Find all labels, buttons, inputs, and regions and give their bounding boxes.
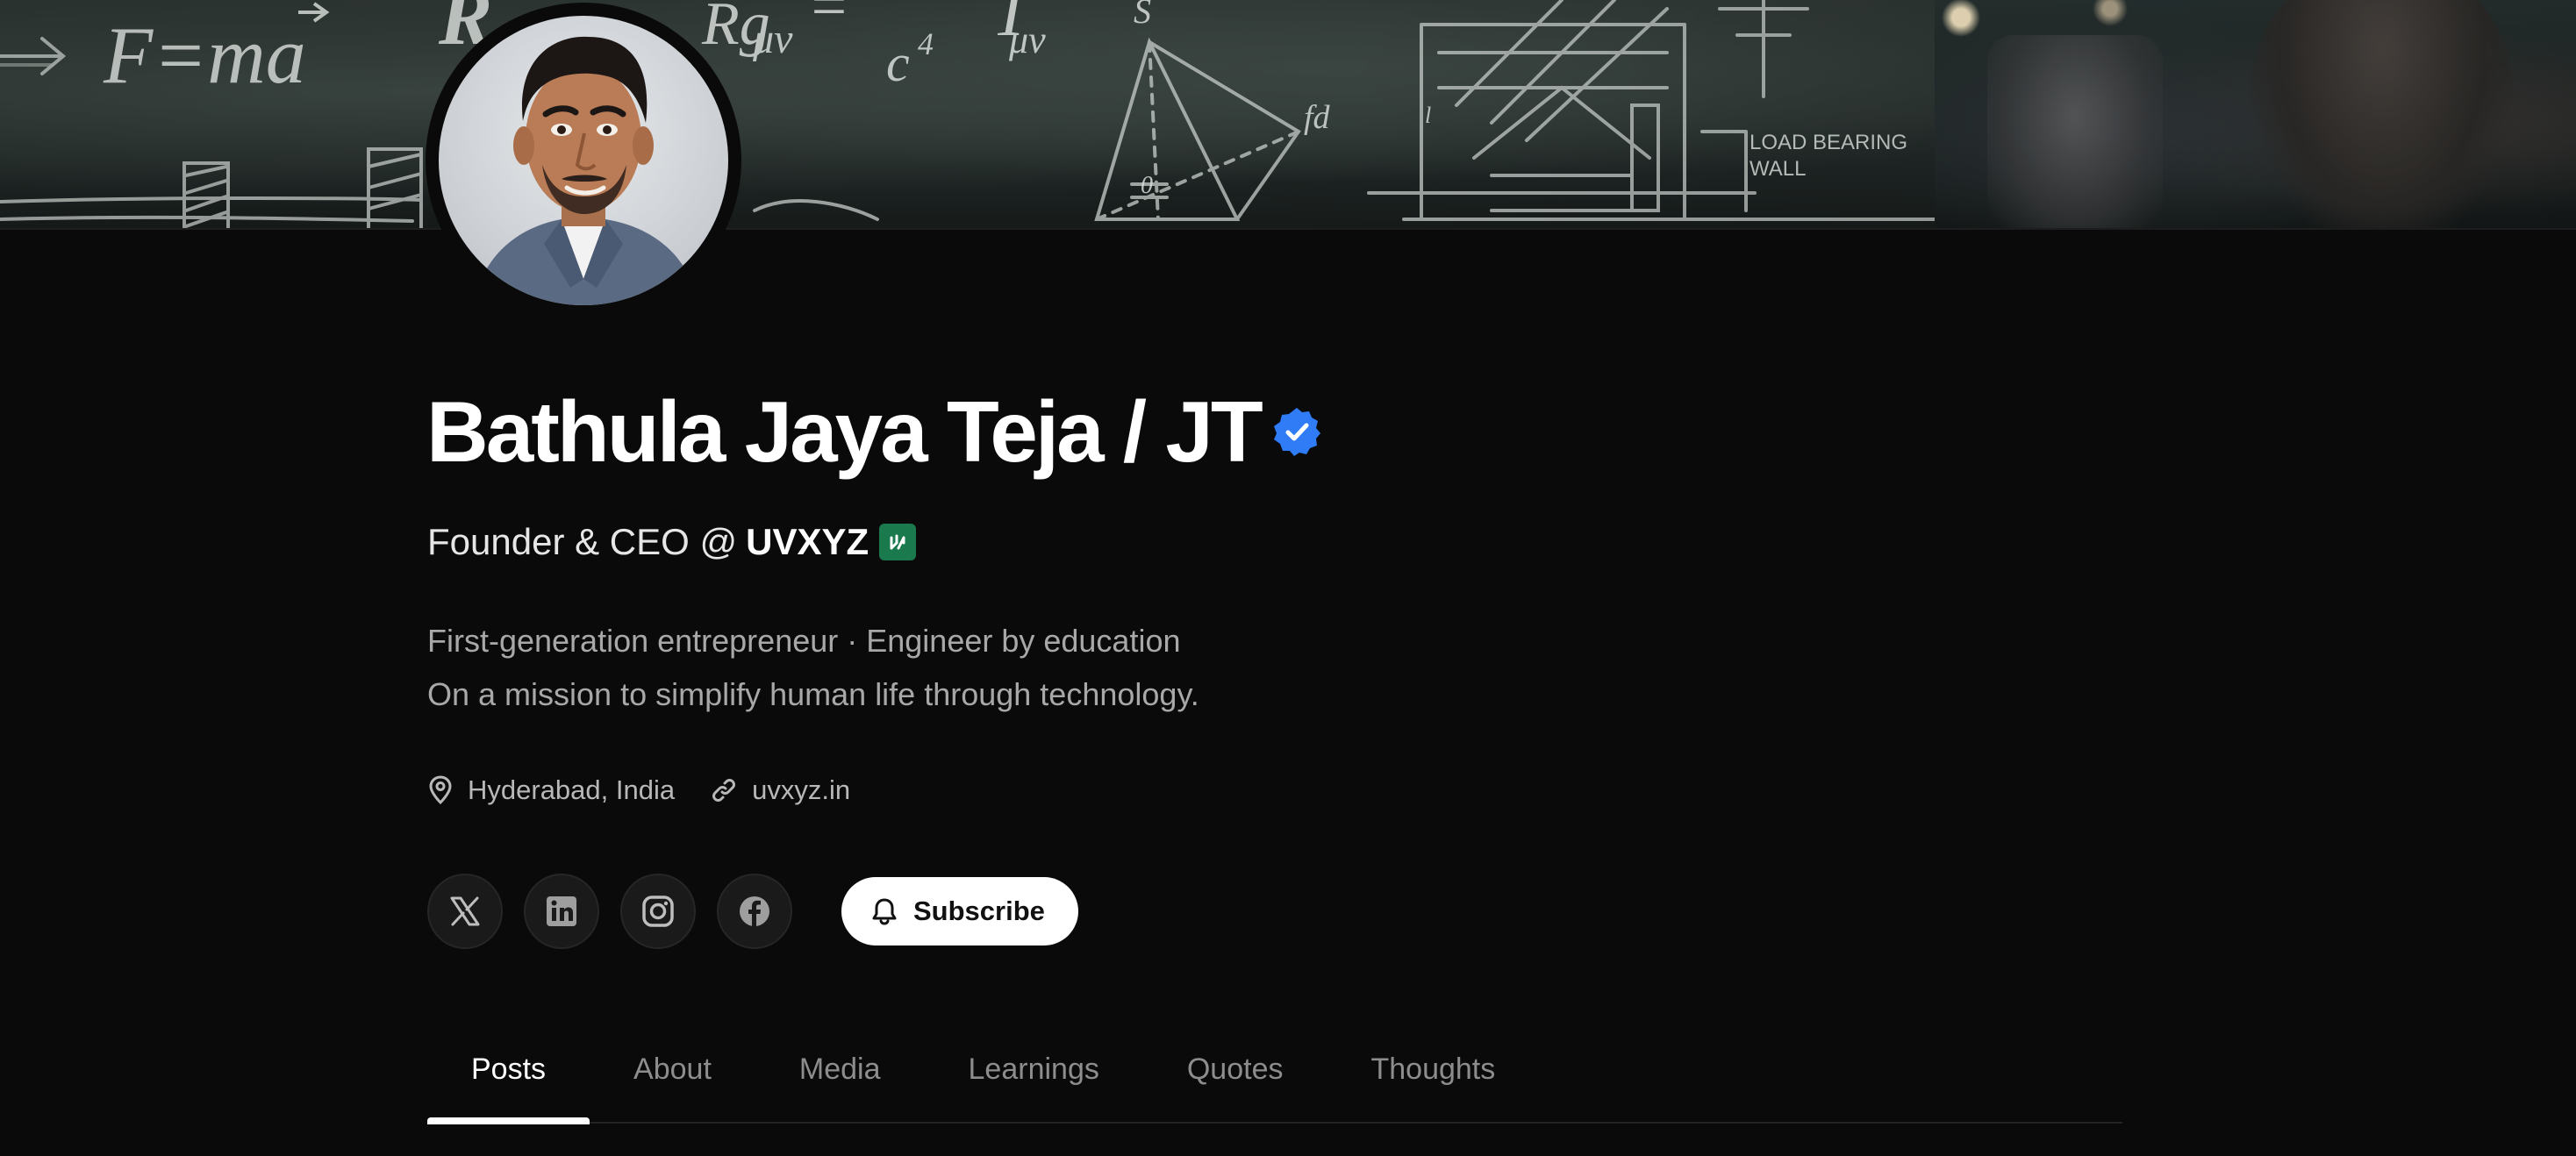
facebook-icon	[740, 896, 769, 926]
profile-name: Bathula Jaya Teja / JT	[426, 382, 1263, 480]
cover-banner: F=ma R Rg μv = c 4 T μv S 0 fd l LOAD BE…	[0, 0, 2576, 230]
subscribe-button[interactable]: Subscribe	[841, 877, 1078, 945]
bio-line: On a mission to simplify human life thro…	[427, 676, 1199, 712]
company-logo-icon[interactable]	[879, 524, 917, 560]
location-text: Hyderabad, India	[468, 774, 676, 805]
tab-media[interactable]: Media	[755, 1033, 925, 1122]
website-link[interactable]: uvxyz.in	[752, 774, 850, 806]
bio-line: First-generation entrepreneur · Engineer…	[427, 623, 1181, 659]
profile-name-row: Bathula Jaya Teja / JT	[426, 379, 1322, 484]
website-item[interactable]: uvxyz.in	[710, 774, 850, 806]
x-button[interactable]	[427, 874, 503, 949]
x-icon	[450, 896, 480, 926]
headline-company[interactable]: UVXYZ	[746, 521, 869, 563]
location-pin-icon	[429, 775, 452, 805]
verified-badge-icon	[1271, 406, 1322, 457]
tab-learnings[interactable]: Learnings	[925, 1033, 1143, 1122]
profile-tabs: Posts About Media Learnings Quotes Thoug…	[427, 1033, 2122, 1124]
instagram-button[interactable]	[620, 874, 696, 949]
avatar[interactable]	[426, 3, 741, 318]
tab-thoughts[interactable]: Thoughts	[1327, 1033, 1539, 1122]
tab-about[interactable]: About	[590, 1033, 755, 1122]
subscribe-label: Subscribe	[913, 896, 1045, 926]
profile-page: F=ma R Rg μv = c 4 T μv S 0 fd l LOAD BE…	[0, 0, 2576, 1156]
avatar-photo	[439, 16, 728, 305]
facebook-button[interactable]	[717, 874, 792, 949]
tab-posts[interactable]: Posts	[427, 1033, 590, 1124]
linkedin-button[interactable]	[524, 874, 599, 949]
profile-bio: First-generation entrepreneur · Engineer…	[427, 614, 1199, 721]
headline-role: Founder & CEO @	[427, 521, 738, 562]
profile-headline: Founder & CEO @ UVXYZ	[427, 516, 917, 568]
link-icon	[712, 779, 736, 802]
tab-quotes[interactable]: Quotes	[1143, 1033, 1327, 1122]
social-links: Subscribe	[427, 874, 1078, 949]
bell-icon	[872, 898, 897, 925]
location-item: Hyderabad, India	[427, 774, 675, 806]
instagram-icon	[642, 896, 674, 927]
profile-meta: Hyderabad, India uvxyz.in	[427, 768, 850, 812]
linkedin-icon	[547, 896, 576, 926]
